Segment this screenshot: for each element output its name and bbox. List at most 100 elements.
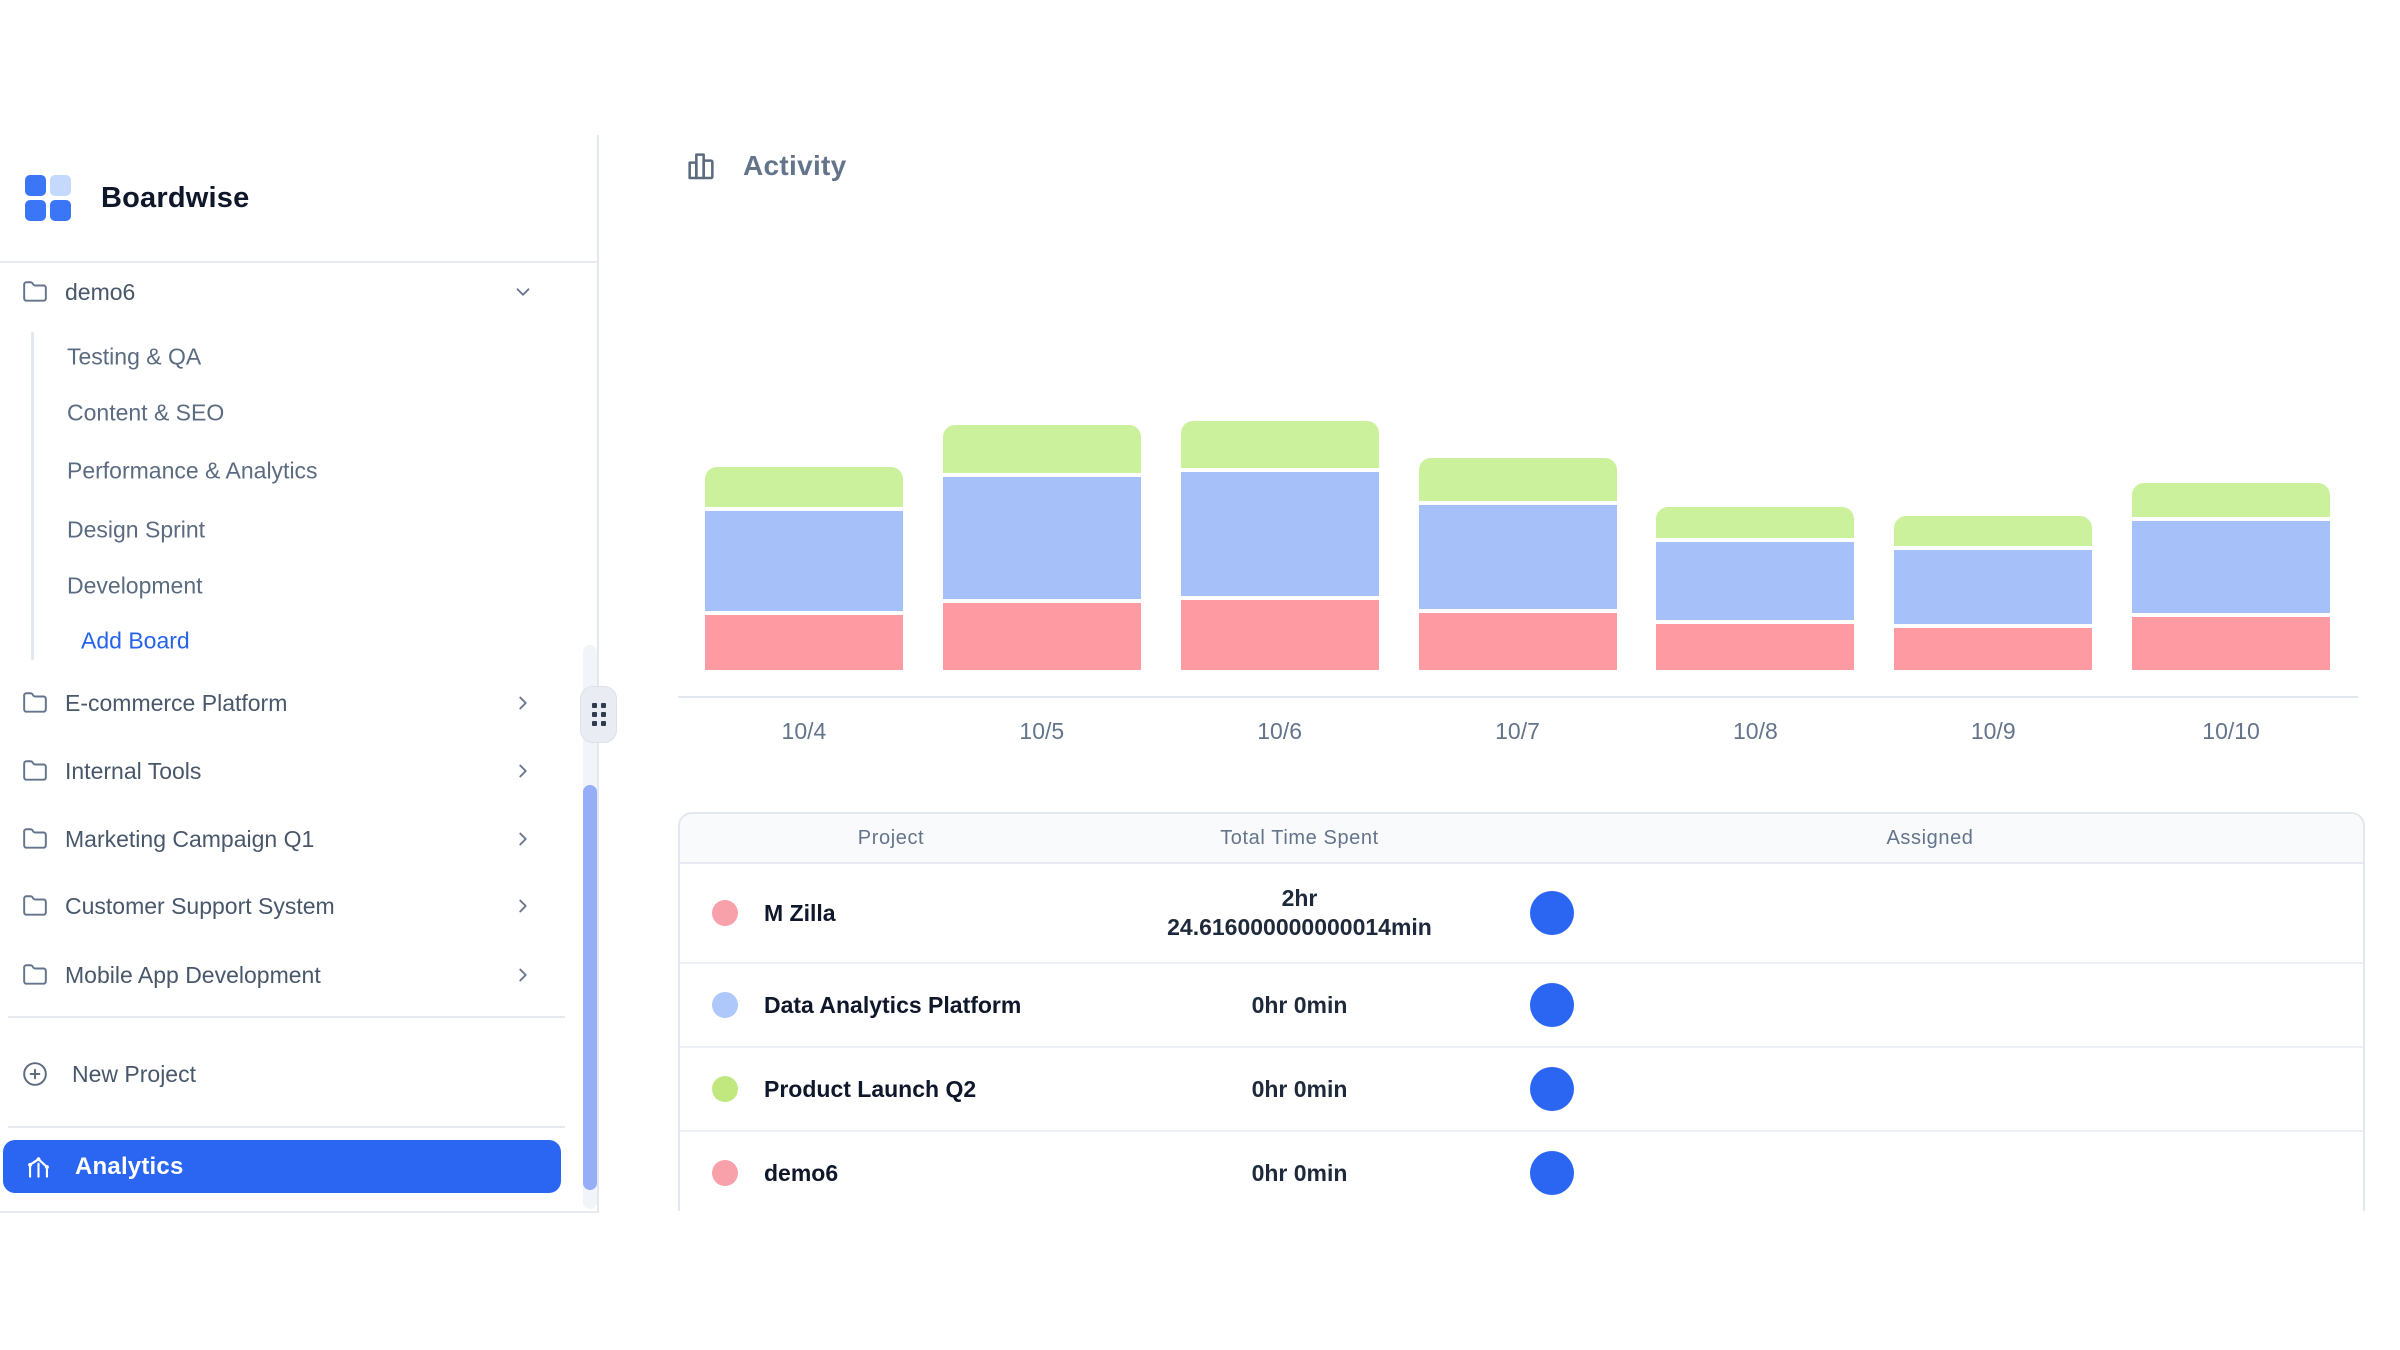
sidebar: Boardwise demo6 Testing & QA Content & S… — [0, 135, 599, 1213]
x-axis-label: 10/6 — [1161, 718, 1399, 745]
sidebar-project-mobile-app-development[interactable]: Mobile App Development — [0, 955, 570, 995]
project-label: Customer Support System — [65, 893, 335, 920]
sidebar-board-item[interactable]: Development — [67, 573, 203, 600]
bar-segment-red[interactable] — [1181, 600, 1379, 670]
assigned-avatar[interactable] — [1530, 983, 1574, 1027]
sidebar-project-ecommerce-platform[interactable]: E-commerce Platform — [0, 683, 570, 723]
table-row: Data Analytics Platform 0hr 0min — [680, 964, 2363, 1048]
brand-name: Boardwise — [101, 182, 249, 215]
bar-segment-red[interactable] — [2132, 617, 2330, 670]
x-axis-labels: 10/410/510/610/710/810/910/10 — [685, 718, 2350, 745]
bar-segment-blue[interactable] — [2132, 521, 2330, 613]
tree-indent-guide — [31, 332, 34, 660]
divider — [0, 261, 597, 263]
sidebar-item-analytics[interactable]: Analytics — [3, 1140, 561, 1193]
sidebar-resize-handle[interactable] — [580, 686, 617, 743]
project-label: E-commerce Platform — [65, 690, 287, 717]
bar-segment-red[interactable] — [705, 615, 903, 670]
project-name: demo6 — [764, 1160, 838, 1187]
project-color-dot — [712, 900, 738, 926]
bar-segment-green[interactable] — [1656, 507, 1854, 538]
project-color-dot — [712, 1160, 738, 1186]
grip-dots-icon — [592, 703, 606, 726]
divider — [8, 1016, 565, 1018]
activity-chart — [685, 420, 2350, 670]
time-table: Project Total Time Spent Assigned M Zill… — [678, 812, 2365, 1211]
chart-bar-10/6[interactable] — [1181, 421, 1379, 670]
sidebar-project-internal-tools[interactable]: Internal Tools — [0, 751, 570, 791]
bar-segment-red[interactable] — [1656, 624, 1854, 670]
analytics-chart-icon — [25, 1153, 52, 1180]
chevron-right-icon[interactable] — [512, 692, 534, 714]
x-axis-label: 10/4 — [685, 718, 923, 745]
column-header-total-time-spent: Total Time Spent — [1102, 814, 1497, 862]
project-label: Marketing Campaign Q1 — [65, 826, 314, 853]
bar-segment-blue[interactable] — [1894, 550, 2092, 624]
bar-segment-green[interactable] — [705, 467, 903, 507]
chart-bar-10/9[interactable] — [1894, 516, 2092, 670]
new-project-button[interactable]: New Project — [0, 1054, 570, 1094]
bar-segment-blue[interactable] — [1656, 542, 1854, 620]
chevron-right-icon[interactable] — [512, 964, 534, 986]
bar-segment-green[interactable] — [1181, 421, 1379, 468]
chevron-down-icon[interactable] — [512, 281, 534, 303]
project-name: Data Analytics Platform — [764, 992, 1021, 1019]
sidebar-board-item[interactable]: Performance & Analytics — [67, 458, 318, 485]
folder-icon — [22, 279, 48, 305]
assigned-avatar[interactable] — [1530, 1151, 1574, 1195]
x-axis-line — [678, 696, 2358, 698]
divider — [8, 1126, 565, 1128]
table-row: Product Launch Q2 0hr 0min — [680, 1048, 2363, 1132]
assigned-avatar[interactable] — [1530, 891, 1574, 935]
plus-circle-icon — [22, 1061, 48, 1087]
sidebar-project-marketing-campaign-q1[interactable]: Marketing Campaign Q1 — [0, 819, 570, 859]
bar-segment-green[interactable] — [943, 425, 1141, 473]
brand: Boardwise — [25, 175, 249, 221]
bar-segment-red[interactable] — [943, 603, 1141, 670]
chevron-right-icon[interactable] — [512, 760, 534, 782]
chart-bar-10/4[interactable] — [705, 467, 903, 670]
sidebar-board-item[interactable]: Content & SEO — [67, 400, 224, 427]
chart-bar-10/8[interactable] — [1656, 507, 1854, 670]
bar-segment-red[interactable] — [1419, 613, 1617, 670]
bar-segment-green[interactable] — [2132, 483, 2330, 517]
total-time-value: 0hr 0min — [1102, 1159, 1497, 1188]
sidebar-project-customer-support-system[interactable]: Customer Support System — [0, 886, 570, 926]
bar-segment-blue[interactable] — [943, 477, 1141, 599]
total-time-value: 2hr 24.616000000000014min — [1102, 884, 1497, 942]
add-board-button[interactable]: Add Board — [81, 628, 190, 655]
x-axis-label: 10/8 — [1636, 718, 1874, 745]
bar-segment-blue[interactable] — [1181, 472, 1379, 596]
bar-chart-icon — [685, 150, 717, 182]
project-color-dot — [712, 1076, 738, 1102]
bar-segment-red[interactable] — [1894, 628, 2092, 670]
chevron-right-icon[interactable] — [512, 895, 534, 917]
chart-bar-10/5[interactable] — [943, 425, 1141, 670]
assigned-avatar[interactable] — [1530, 1067, 1574, 1111]
column-header-project: Project — [680, 814, 1102, 862]
new-project-label: New Project — [72, 1061, 196, 1088]
boardwise-logo-icon — [25, 175, 71, 221]
bar-segment-green[interactable] — [1894, 516, 2092, 546]
time-table-container: Project Total Time Spent Assigned M Zill… — [678, 812, 2365, 1211]
chevron-right-icon[interactable] — [512, 828, 534, 850]
chart-bar-10/10[interactable] — [2132, 483, 2330, 670]
x-axis-label: 10/5 — [923, 718, 1161, 745]
chart-bar-10/7[interactable] — [1419, 458, 1617, 670]
activity-header: Activity — [685, 150, 847, 182]
table-row: M Zilla 2hr 24.616000000000014min — [680, 864, 2363, 964]
total-time-value: 0hr 0min — [1102, 1075, 1497, 1104]
sidebar-board-item[interactable]: Design Sprint — [67, 517, 205, 544]
project-name: Product Launch Q2 — [764, 1076, 976, 1103]
folder-icon — [22, 893, 48, 919]
sidebar-project-demo6[interactable]: demo6 — [0, 272, 570, 312]
x-axis-label: 10/7 — [1399, 718, 1637, 745]
page-title: Activity — [743, 150, 847, 182]
table-row: demo6 0hr 0min — [680, 1132, 2363, 1211]
bar-segment-green[interactable] — [1419, 458, 1617, 501]
bar-segment-blue[interactable] — [705, 511, 903, 611]
sidebar-board-item[interactable]: Testing & QA — [67, 344, 201, 371]
folder-icon — [22, 758, 48, 784]
sidebar-scrollbar-thumb[interactable] — [583, 785, 597, 1190]
bar-segment-blue[interactable] — [1419, 505, 1617, 609]
